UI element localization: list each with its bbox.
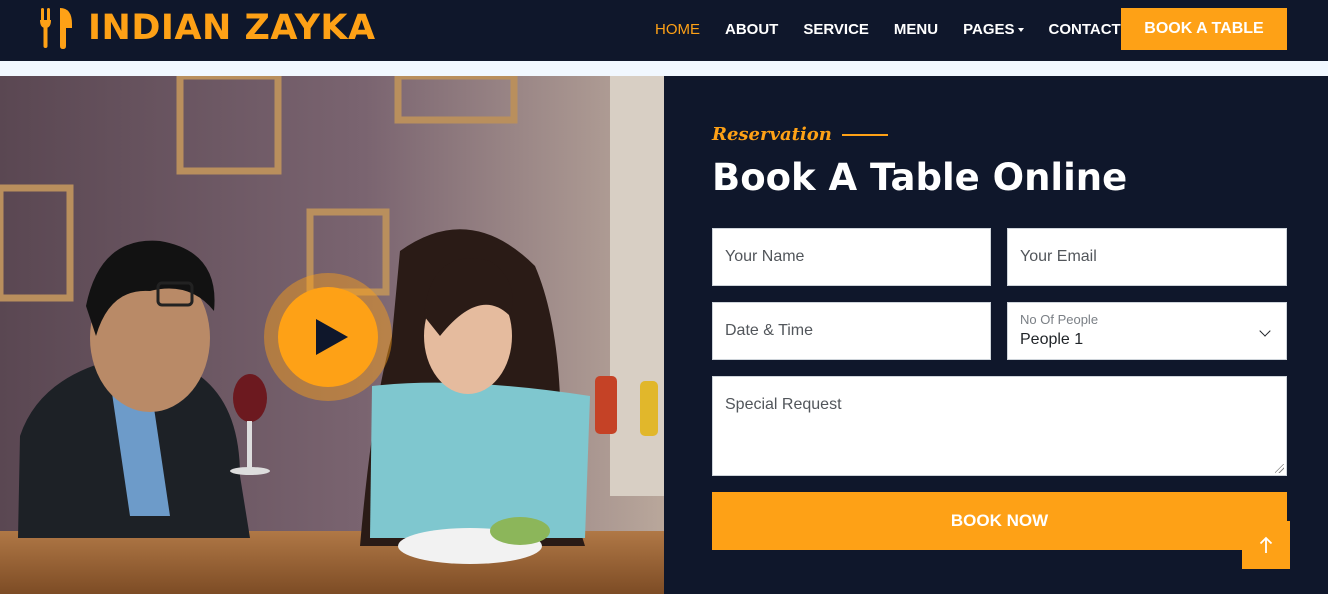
nav-about[interactable]: ABOUT	[725, 21, 778, 38]
nav-menu[interactable]: MENU	[894, 21, 938, 38]
play-button-inner	[278, 287, 378, 387]
nav-pages-dropdown[interactable]: PAGES	[963, 20, 1024, 38]
book-a-table-button[interactable]: BOOK A TABLE	[1121, 8, 1287, 50]
nav-contact[interactable]: CONTACT	[1049, 21, 1121, 38]
utensils-icon	[40, 8, 72, 49]
main-nav: HOME ABOUT SERVICE MENU PAGES CONTACT	[655, 0, 1146, 58]
special-request-textarea[interactable]: Special Request	[712, 376, 1287, 476]
book-now-button[interactable]: BOOK NOW	[712, 492, 1287, 550]
email-placeholder: Your Email	[1020, 248, 1097, 265]
eyebrow-divider	[841, 133, 888, 136]
section-eyebrow: Reservation	[712, 124, 888, 145]
caret-down-icon	[1017, 27, 1024, 32]
play-icon	[316, 319, 348, 355]
back-to-top-button[interactable]	[1242, 521, 1290, 569]
people-value: People 1	[1020, 331, 1084, 348]
special-request-placeholder: Special Request	[725, 396, 842, 413]
name-field[interactable]: Your Name	[712, 228, 991, 286]
people-label: No Of People	[1020, 312, 1099, 327]
resize-handle-icon[interactable]	[1275, 464, 1284, 473]
date-time-placeholder: Date & Time	[725, 322, 814, 339]
eyebrow-text: Reservation	[712, 124, 832, 145]
date-time-field[interactable]: Date & Time	[712, 302, 991, 360]
play-video-button[interactable]	[264, 273, 392, 401]
email-field[interactable]: Your Email	[1007, 228, 1287, 286]
arrow-up-icon	[1259, 536, 1273, 553]
reservation-panel: Reservation Book A Table Online Your Nam…	[664, 76, 1328, 594]
name-placeholder: Your Name	[725, 248, 805, 265]
section-title: Book A Table Online	[712, 156, 1128, 199]
nav-home[interactable]: HOME	[655, 21, 700, 38]
brand-logo[interactable]: INDIAN ZAYKA	[38, 6, 376, 50]
people-select[interactable]: No Of People People 1	[1007, 302, 1287, 360]
brand-name: INDIAN ZAYKA	[88, 8, 376, 48]
nav-service[interactable]: SERVICE	[803, 21, 869, 38]
nav-pages-label: PAGES	[963, 20, 1015, 38]
video-photo	[0, 76, 664, 594]
navbar: INDIAN ZAYKA HOME ABOUT SERVICE MENU PAG…	[0, 0, 1328, 61]
